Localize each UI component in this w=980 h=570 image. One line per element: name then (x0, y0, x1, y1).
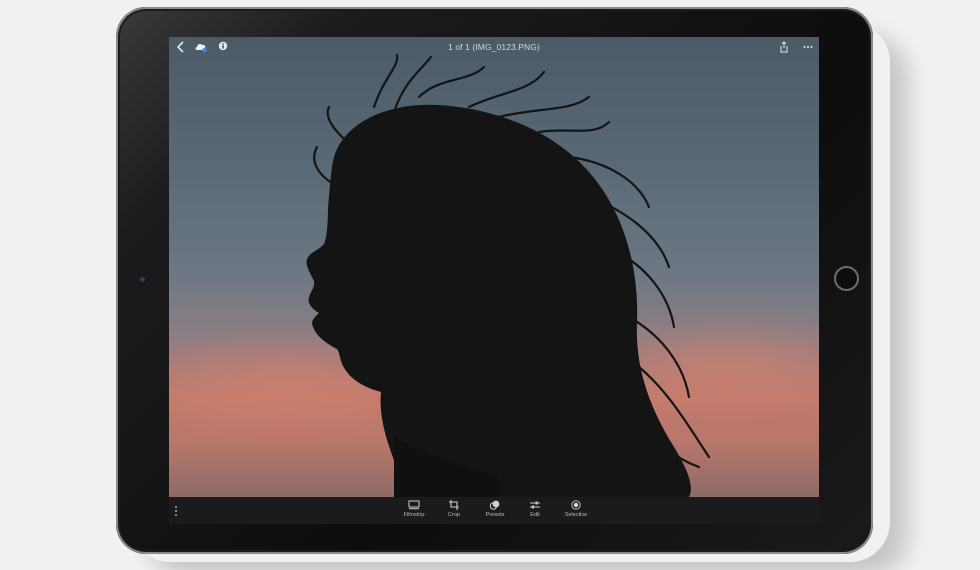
tool-crop-label: Crop (448, 512, 460, 518)
photo-title: 1 of 1 (IMG_0123.PNG) (448, 42, 540, 52)
tool-presets-label: Presets (485, 512, 505, 518)
crop-icon (434, 500, 474, 510)
edit-sliders-icon (515, 500, 555, 510)
tool-edit-label: Edit (530, 512, 540, 518)
tool-crop[interactable]: Crop (434, 500, 474, 518)
filmstrip-icon (394, 500, 434, 510)
tool-selective-label: Selective (564, 512, 588, 518)
presets-icon (475, 500, 515, 510)
home-button[interactable] (834, 266, 859, 291)
tool-filmstrip-label: Filmstrip (403, 512, 425, 518)
share-icon[interactable] (779, 41, 789, 57)
tool-filmstrip[interactable]: Filmstrip (394, 500, 434, 518)
selective-icon (556, 500, 596, 510)
front-camera (139, 276, 146, 283)
more-vertical-icon[interactable] (174, 504, 178, 516)
tool-selective[interactable]: Selective (556, 500, 596, 518)
tool-edit[interactable]: Edit (515, 500, 555, 518)
bottom-toolbar: Filmstrip Crop Presets Edit Selective (169, 497, 819, 524)
more-icon[interactable] (803, 41, 813, 55)
top-toolbar: 1 of 1 (IMG_0123.PNG) (169, 37, 819, 59)
tool-presets[interactable]: Presets (475, 500, 515, 518)
photo-canvas (169, 37, 819, 497)
app-screen: 1 of 1 (IMG_0123.PNG) Filmstrip Crop Pre… (169, 37, 819, 524)
silhouette-photo (169, 53, 819, 497)
